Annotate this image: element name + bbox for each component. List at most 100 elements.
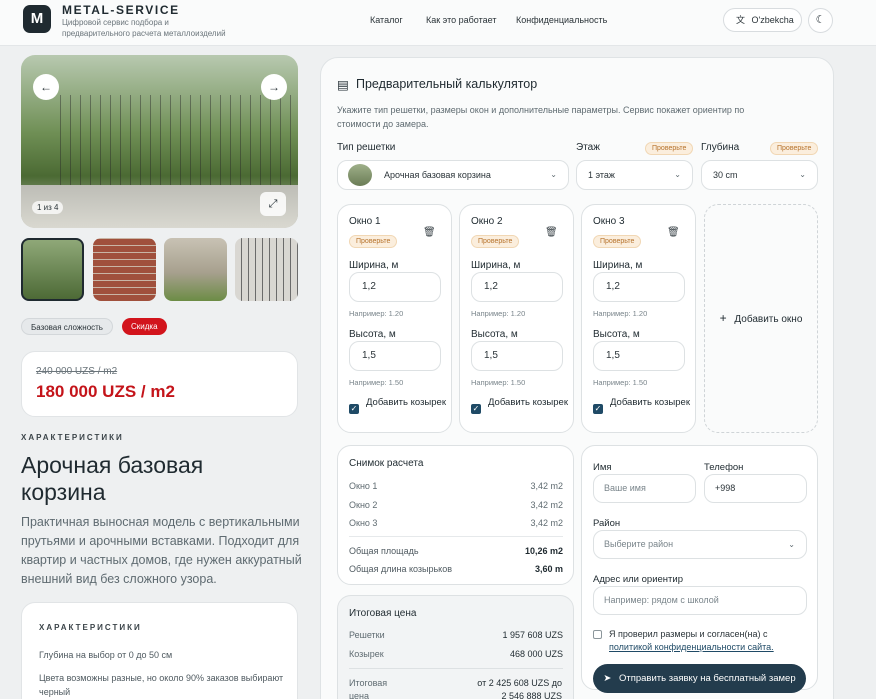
window-title: Окно 1 (349, 216, 381, 227)
total-area-label: Общая площадь (349, 546, 419, 556)
name-label: Имя (593, 462, 612, 473)
width-hint: Например: 1.20 (349, 309, 404, 318)
gallery-prev-button[interactable]: ← (33, 74, 59, 100)
calculator-title: Предварительный калькулятор (356, 77, 538, 91)
canopy-price-row: Козырек 468 000 UZS (349, 649, 563, 659)
add-window-button[interactable]: + Добавить окно (704, 204, 818, 433)
height-label: Высота, м (349, 329, 396, 340)
canopy-length-row: Общая длина козырьков 3,60 m (349, 564, 563, 574)
tagline-line-1: Цифровой сервис подбора и (62, 18, 169, 27)
check-badge: Проверьте (471, 235, 520, 248)
total-title: Итоговая цена (349, 608, 417, 619)
snapshot-row: Окно 3 3,42 m2 (349, 518, 563, 528)
height-input[interactable]: 1,5 (593, 341, 685, 371)
product-description: Практичная выносная модель с вертикальны… (21, 515, 302, 586)
chevron-down-icon: ⌄ (674, 170, 681, 179)
theme-toggle[interactable]: ☾ (808, 8, 833, 33)
privacy-policy-link[interactable]: политикой конфиденциальности сайта. (609, 641, 814, 654)
gallery-thumb-1[interactable] (21, 238, 84, 301)
moon-icon: ☾ (815, 14, 826, 26)
floor-select[interactable]: 1 этаж ⌄ (576, 160, 693, 190)
height-input[interactable]: 1,5 (471, 341, 563, 371)
canopy-checkbox[interactable]: ✓ (593, 404, 603, 414)
width-input[interactable]: 1,2 (471, 272, 563, 302)
submit-label: Отправить заявку на бесплатный замер (618, 673, 796, 684)
gallery-next-button[interactable]: → (261, 74, 287, 100)
address-input[interactable]: Например: рядом с школой (593, 586, 807, 615)
phone-input[interactable]: +998 (704, 474, 807, 503)
brand-name: METAL-SERVICE (62, 3, 180, 17)
gallery-fullscreen-button[interactable]: ⤢ (260, 192, 286, 216)
total-area-row: Общая площадь 10,26 m2 (349, 546, 563, 556)
chevron-down-icon: ⌄ (799, 170, 806, 179)
new-price: 180 000 UZS / m2 (36, 382, 175, 401)
snapshot-row-label: Окно 3 (349, 518, 378, 528)
canopy-checkbox[interactable]: ✓ (471, 404, 481, 414)
nav-how-it-works[interactable]: Как это работает (426, 15, 496, 25)
complexity-badge: Базовая сложность (21, 318, 113, 335)
phone-label: Телефон (704, 462, 744, 473)
calculator-icon: ▤ (337, 78, 349, 92)
width-input[interactable]: 1,2 (593, 272, 685, 302)
snapshot-row: Окно 2 3,42 m2 (349, 500, 563, 510)
window-title: Окно 2 (471, 216, 503, 227)
snapshot-row-value: 3,42 m2 (530, 481, 563, 491)
width-hint: Например: 1.20 (471, 309, 526, 318)
snapshot-row-value: 3,42 m2 (530, 518, 563, 528)
type-select[interactable]: Арочная базовая корзина ⌄ (337, 160, 569, 190)
logo[interactable]: M (23, 5, 51, 33)
depth-select[interactable]: 30 cm ⌄ (701, 160, 818, 190)
arrow-right-icon: → (268, 80, 280, 94)
grates-label: Решетки (349, 630, 385, 640)
grates-row: Решетки 1 957 608 UZS (349, 630, 563, 640)
window-card: Окно 2 Проверьте 🗑 Ширина, м 1,2 Наприме… (459, 204, 574, 433)
final-price-value: от 2 425 608 UZS до 2 546 888 UZS (477, 678, 562, 699)
nav-privacy[interactable]: Конфиденциальность (516, 15, 607, 25)
gallery-thumb-3[interactable] (164, 238, 227, 301)
width-input[interactable]: 1,2 (349, 272, 441, 302)
total-area-value: 10,26 m2 (524, 546, 563, 556)
request-form: Имя Ваше имя Телефон +998 Район Выберите… (581, 445, 818, 690)
snapshot-row-label: Окно 1 (349, 481, 378, 491)
snapshot-row-value: 3,42 m2 (530, 500, 563, 510)
nav-catalog[interactable]: Каталог (370, 15, 403, 25)
window-title: Окно 3 (593, 216, 625, 227)
canopy-label: Добавить козырек (366, 397, 446, 408)
window-card: Окно 3 Проверьте 🗑 Ширина, м 1,2 Наприме… (581, 204, 696, 433)
trash-icon[interactable]: 🗑 (667, 227, 680, 238)
name-input[interactable]: Ваше имя (593, 474, 696, 503)
total-price-card: Итоговая цена Решетки 1 957 608 UZS Козыр… (337, 595, 574, 699)
arrow-left-icon: ← (40, 80, 52, 94)
characteristic-item: Глубина на выбор от 0 до 50 см (39, 650, 173, 660)
trash-icon[interactable]: 🗑 (545, 227, 558, 238)
gallery-thumb-2[interactable] (93, 238, 156, 301)
check-badge: Проверьте (770, 142, 819, 155)
snapshot-row: Окно 1 3,42 m2 (349, 481, 563, 491)
submit-request-button[interactable]: ➤ Отправить заявку на бесплатный замер (593, 664, 806, 693)
language-button[interactable]: 文 O'zbekcha (723, 8, 802, 32)
consent-checkbox[interactable] (593, 630, 602, 639)
width-hint: Например: 1.20 (593, 309, 648, 318)
floor-select-value: 1 этаж (588, 170, 615, 180)
calculation-snapshot: Снимок расчета Окно 1 3,42 m2 Окно 2 3,42 … (337, 445, 574, 585)
canopy-length-label: Общая длина козырьков (349, 564, 453, 574)
canopy-price-value: 468 000 UZS (509, 649, 563, 659)
header: M METAL-SERVICE Цифровой сервис подбора … (0, 0, 876, 46)
translate-icon: 文 (736, 15, 746, 25)
trash-icon[interactable]: 🗑 (423, 227, 436, 238)
canopy-length-value: 3,60 m (534, 564, 563, 574)
price-card: 240 000 UZS / m2 180 000 UZS / m2 (21, 351, 298, 417)
canopy-checkbox[interactable]: ✓ (349, 404, 359, 414)
district-placeholder: Выберите район (604, 539, 674, 549)
gallery-image (51, 95, 291, 185)
canopy-price-label: Козырек (349, 649, 384, 659)
old-price: 240 000 UZS / m2 (36, 366, 118, 377)
district-select[interactable]: Выберите район ⌄ (593, 530, 807, 559)
height-hint: Например: 1.50 (349, 378, 404, 387)
tagline-line-2: предварительного расчета металлоизделий (62, 29, 226, 38)
height-input[interactable]: 1,5 (349, 341, 441, 371)
section-label: ХАРАКТЕРИСТИКИ (21, 433, 124, 442)
width-label: Ширина, м (471, 260, 521, 271)
gallery-thumb-4[interactable] (235, 238, 298, 301)
check-badge: Проверьте (645, 142, 694, 155)
